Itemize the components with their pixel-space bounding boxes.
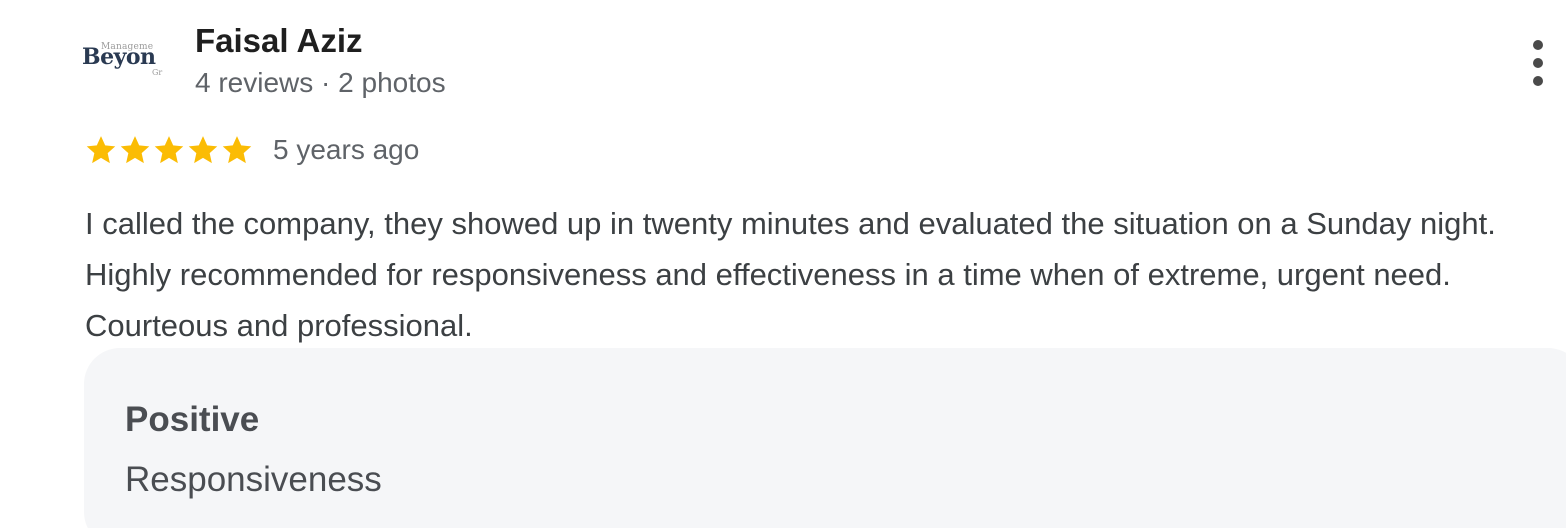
star-icon [188,136,218,164]
star-rating [84,133,254,167]
dot [1533,76,1543,86]
highlights-panel: Positive Responsiveness [84,348,1566,528]
review-card: Manageme Beyon Gr Faisal Aziz 4 reviews … [0,0,1566,528]
avatar[interactable]: Manageme Beyon Gr [82,34,166,88]
star-icon [154,136,184,164]
avatar-logo-text: Beyon [82,44,156,70]
rating-row: 5 years ago [84,132,419,168]
star-icon [120,136,150,164]
highlight-title: Positive [125,400,260,439]
dot [1533,40,1543,50]
highlight-value: Responsiveness [125,460,382,499]
reviewer-meta: 4 reviews · 2 photos [195,67,446,98]
star-icon [86,136,116,164]
avatar-logo-sub-text: Gr [152,68,163,77]
review-text: I called the company, they showed up in … [85,206,1496,343]
star-icon [222,136,252,164]
more-options-icon[interactable] [1528,40,1548,86]
dot [1533,58,1543,68]
reviewer-name[interactable]: Faisal Aziz [195,22,363,60]
review-time: 5 years ago [273,134,420,165]
